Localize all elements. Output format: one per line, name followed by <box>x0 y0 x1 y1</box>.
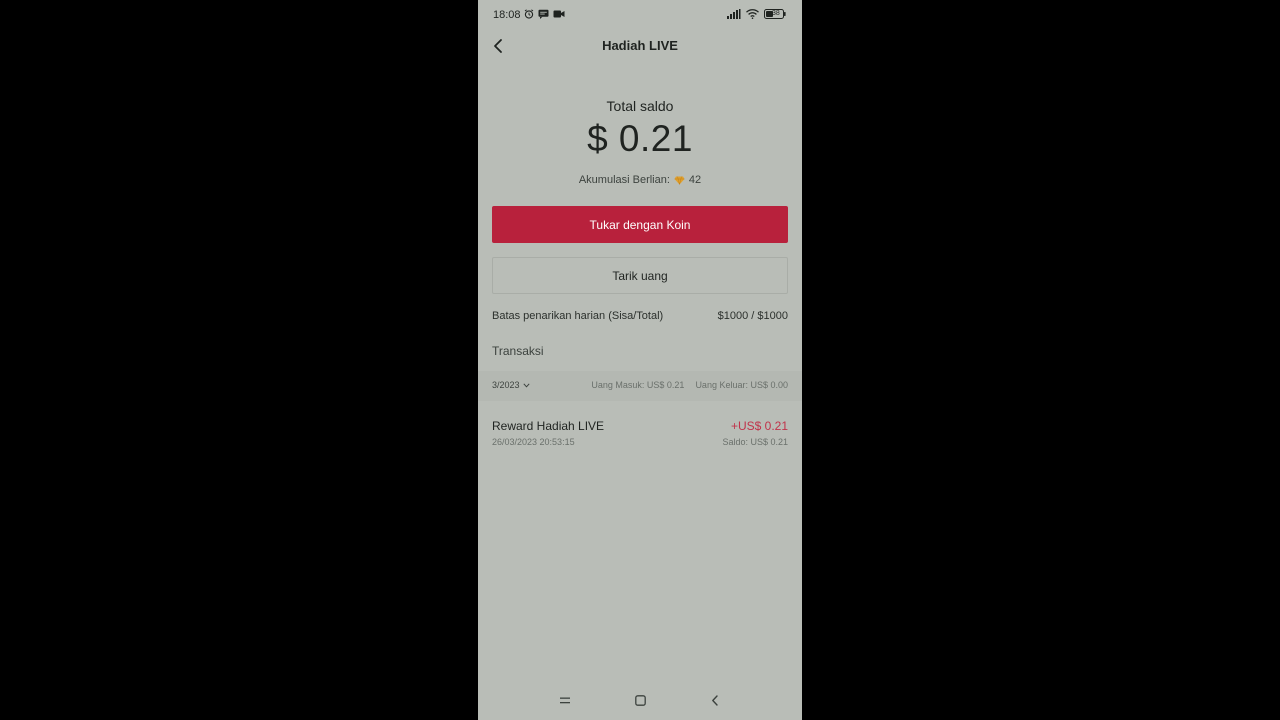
month-value: 3/2023 <box>492 380 520 390</box>
money-out: Uang Keluar: US$ 0.00 <box>695 380 788 390</box>
transaction-date: 26/03/2023 20:53:15 <box>492 437 575 447</box>
month-selector[interactable]: 3/2023 <box>492 380 530 390</box>
system-navigation-bar <box>478 680 802 720</box>
recents-button[interactable] <box>555 690 575 710</box>
exchange-coins-button[interactable]: Tukar dengan Koin <box>492 206 788 243</box>
transactions-summary: Uang Masuk: US$ 0.21 Uang Keluar: US$ 0.… <box>591 380 788 390</box>
money-in: Uang Masuk: US$ 0.21 <box>591 380 685 390</box>
battery-level: 38 <box>772 10 780 17</box>
phone-screen: 18:08 38 Hadiah LIVE Total saldo $ 0.21 … <box>478 0 802 720</box>
transaction-title: Reward Hadiah LIVE <box>492 419 605 433</box>
transaction-amount: +US$ 0.21 <box>730 419 788 433</box>
chevron-down-icon <box>522 382 530 388</box>
status-notification-icons <box>524 9 565 19</box>
diamond-icon <box>674 175 685 185</box>
home-button[interactable] <box>630 690 650 710</box>
total-balance-label: Total saldo <box>606 98 674 114</box>
status-time: 18:08 <box>493 9 521 21</box>
transaction-row[interactable]: Reward Hadiah LIVE 26/03/2023 20:53:15 +… <box>492 417 788 453</box>
limit-label: Batas penarikan harian (Sisa/Total) <box>492 310 664 322</box>
status-system-icons: 38 <box>727 9 786 19</box>
alarm-icon <box>524 9 534 19</box>
message-icon <box>538 9 549 19</box>
header: Hadiah LIVE <box>478 30 802 62</box>
menu-icon <box>560 697 570 703</box>
daily-withdrawal-limit: Batas penarikan harian (Sisa/Total) $100… <box>492 310 788 322</box>
accumulated-diamonds: Akumulasi Berlian: 42 <box>478 174 802 186</box>
transaction-balance: Saldo: US$ 0.21 <box>722 437 788 447</box>
signal-icon <box>727 9 741 19</box>
status-bar: 18:08 38 <box>478 0 802 30</box>
transactions-filter-bar: 3/2023 Uang Masuk: US$ 0.21 Uang Keluar:… <box>478 371 802 401</box>
limit-value: $1000 / $1000 <box>717 310 788 322</box>
withdraw-button[interactable]: Tarik uang <box>492 257 788 294</box>
transactions-title: Transaksi <box>492 344 544 358</box>
back-arrow-icon <box>712 694 718 706</box>
total-balance-amount: $ 0.21 <box>587 118 693 159</box>
video-icon <box>553 9 565 19</box>
battery-icon: 38 <box>764 9 786 19</box>
home-square-icon <box>634 694 646 706</box>
diamonds-label: Akumulasi Berlian: <box>578 174 670 186</box>
diamonds-value: 42 <box>688 174 702 186</box>
wifi-icon <box>746 9 759 19</box>
page-title: Hadiah LIVE <box>602 38 678 53</box>
system-back-button[interactable] <box>705 690 725 710</box>
